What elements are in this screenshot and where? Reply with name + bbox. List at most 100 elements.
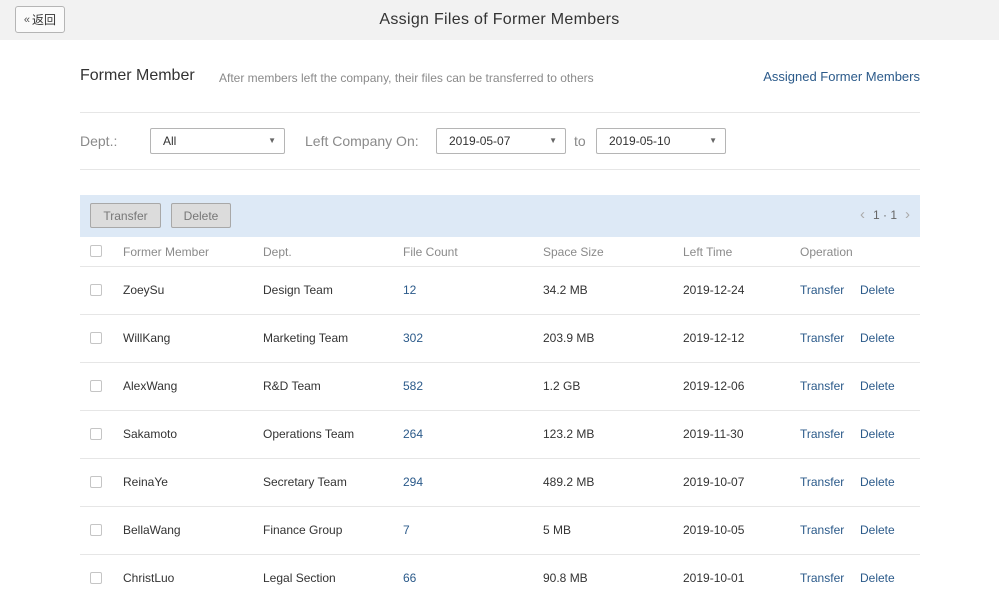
space-size: 34.2 MB: [543, 283, 588, 297]
select-all-checkbox[interactable]: [90, 245, 102, 257]
dept-name: Marketing Team: [263, 331, 349, 345]
to-label: to: [574, 133, 586, 149]
page-title: Assign Files of Former Members: [379, 11, 620, 28]
member-name: WillKang: [123, 331, 171, 345]
member-name: ZoeySu: [123, 283, 165, 297]
date-to-select[interactable]: 2019-05-10 ▼: [596, 128, 726, 154]
dropdown-arrow-icon: ▼: [549, 136, 557, 145]
table-row: ChristLuo Legal Section 66 90.8 MB 2019-10-0…: [80, 555, 920, 600]
dept-name: R&D Team: [263, 379, 321, 393]
delete-link[interactable]: Delete: [860, 283, 895, 297]
double-chevron-left-icon: «: [23, 13, 31, 26]
dept-name: Legal Section: [263, 571, 336, 585]
dropdown-arrow-icon: ▼: [709, 136, 717, 145]
left-time: 2019-10-07: [683, 475, 745, 489]
file-count-link[interactable]: 294: [403, 475, 423, 489]
row-checkbox[interactable]: [90, 332, 102, 344]
date-from-select[interactable]: 2019-05-07 ▼: [436, 128, 566, 154]
file-count-link[interactable]: 582: [403, 379, 423, 393]
column-header-space-size: Space Size: [543, 245, 604, 259]
delete-button[interactable]: Delete: [171, 203, 231, 228]
table-row: BellaWang Finance Group 7 5 MB 2019-10-05 Tra…: [80, 507, 920, 555]
table-row: AlexWang R&D Team 582 1.2 GB 2019-12-06 Trans…: [80, 363, 920, 411]
space-size: 90.8 MB: [543, 571, 588, 585]
delete-link[interactable]: Delete: [860, 379, 895, 393]
column-header-operation: Operation: [800, 245, 853, 259]
column-header-member: Former Member: [123, 245, 210, 259]
transfer-link[interactable]: Transfer: [800, 379, 844, 393]
table-row: ReinaYe Secretary Team 294 489.2 MB 2019-10-…: [80, 459, 920, 507]
space-size: 1.2 GB: [543, 379, 581, 393]
table-row: WillKang Marketing Team 302 203.9 MB 2019-12…: [80, 315, 920, 363]
left-time: 2019-10-05: [683, 523, 745, 537]
space-size: 203.9 MB: [543, 331, 595, 345]
dept-filter-label: Dept.:: [80, 133, 118, 149]
top-bar: Assign Files of Former Members « 返回: [0, 0, 999, 40]
dept-name: Design Team: [263, 283, 333, 297]
transfer-link[interactable]: Transfer: [800, 571, 844, 585]
space-size: 123.2 MB: [543, 427, 595, 441]
transfer-link[interactable]: Transfer: [800, 523, 844, 537]
page-info: 1 · 1: [872, 208, 897, 222]
left-time: 2019-10-01: [683, 571, 745, 585]
file-count-link[interactable]: 302: [403, 331, 423, 345]
transfer-link[interactable]: Transfer: [800, 283, 844, 297]
row-checkbox[interactable]: [90, 524, 102, 536]
table-row: ZoeySu Design Team 12 34.2 MB 2019-12-24 Tran…: [80, 267, 920, 315]
space-size: 489.2 MB: [543, 475, 595, 489]
file-count-link[interactable]: 7: [403, 523, 410, 537]
left-time: 2019-12-06: [683, 379, 745, 393]
pagination: ‹ 1 · 1 ›: [860, 207, 910, 223]
table-toolbar: Transfer Delete ‹ 1 · 1 ›: [80, 195, 920, 237]
transfer-link[interactable]: Transfer: [800, 427, 844, 441]
member-name: ReinaYe: [123, 475, 168, 489]
dropdown-arrow-icon: ▼: [268, 136, 276, 145]
divider: [80, 169, 920, 170]
column-header-left-time: Left Time: [683, 245, 733, 259]
member-name: BellaWang: [123, 523, 181, 537]
row-checkbox[interactable]: [90, 476, 102, 488]
table-header: Former Member Dept. File Count Space Siz…: [80, 237, 920, 267]
date-from-value: 2019-05-07: [449, 134, 511, 148]
file-count-link[interactable]: 264: [403, 427, 423, 441]
row-checkbox[interactable]: [90, 428, 102, 440]
divider: [80, 112, 920, 113]
back-button[interactable]: « 返回: [15, 6, 65, 33]
member-name: AlexWang: [123, 379, 178, 393]
dept-select-value: All: [163, 134, 177, 148]
transfer-link[interactable]: Transfer: [800, 475, 844, 489]
transfer-link[interactable]: Transfer: [800, 331, 844, 345]
delete-link[interactable]: Delete: [860, 331, 895, 345]
row-checkbox[interactable]: [90, 284, 102, 296]
table-row: Sakamoto Operations Team 264 123.2 MB 2019-1…: [80, 411, 920, 459]
date-to-value: 2019-05-10: [609, 134, 671, 148]
column-header-dept: Dept.: [263, 245, 292, 259]
file-count-link[interactable]: 66: [403, 571, 416, 585]
space-size: 5 MB: [543, 523, 572, 537]
left-company-label: Left Company On:: [305, 133, 419, 149]
dept-name: Secretary Team: [263, 475, 347, 489]
member-name: ChristLuo: [123, 571, 175, 585]
chevron-left-icon[interactable]: ‹: [860, 207, 865, 223]
delete-link[interactable]: Delete: [860, 523, 895, 537]
transfer-button[interactable]: Transfer: [90, 203, 161, 228]
left-time: 2019-11-30: [683, 427, 744, 441]
member-name: Sakamoto: [123, 427, 178, 441]
file-count-link[interactable]: 12: [403, 283, 416, 297]
row-checkbox[interactable]: [90, 572, 102, 584]
row-checkbox[interactable]: [90, 380, 102, 392]
section-title: Former Member: [80, 67, 195, 84]
assigned-former-members-link[interactable]: Assigned Former Members: [763, 69, 920, 84]
dept-name: Finance Group: [263, 523, 343, 537]
delete-link[interactable]: Delete: [860, 571, 895, 585]
left-time: 2019-12-24: [683, 283, 745, 297]
left-time: 2019-12-12: [683, 331, 745, 345]
delete-link[interactable]: Delete: [860, 427, 895, 441]
column-header-file-count: File Count: [403, 245, 458, 259]
dept-select[interactable]: All ▼: [150, 128, 285, 154]
delete-link[interactable]: Delete: [860, 475, 895, 489]
dept-name: Operations Team: [263, 427, 355, 441]
section-description: After members left the company, their fi…: [219, 71, 594, 85]
back-button-label: 返回: [32, 13, 57, 27]
chevron-right-icon[interactable]: ›: [905, 207, 910, 223]
